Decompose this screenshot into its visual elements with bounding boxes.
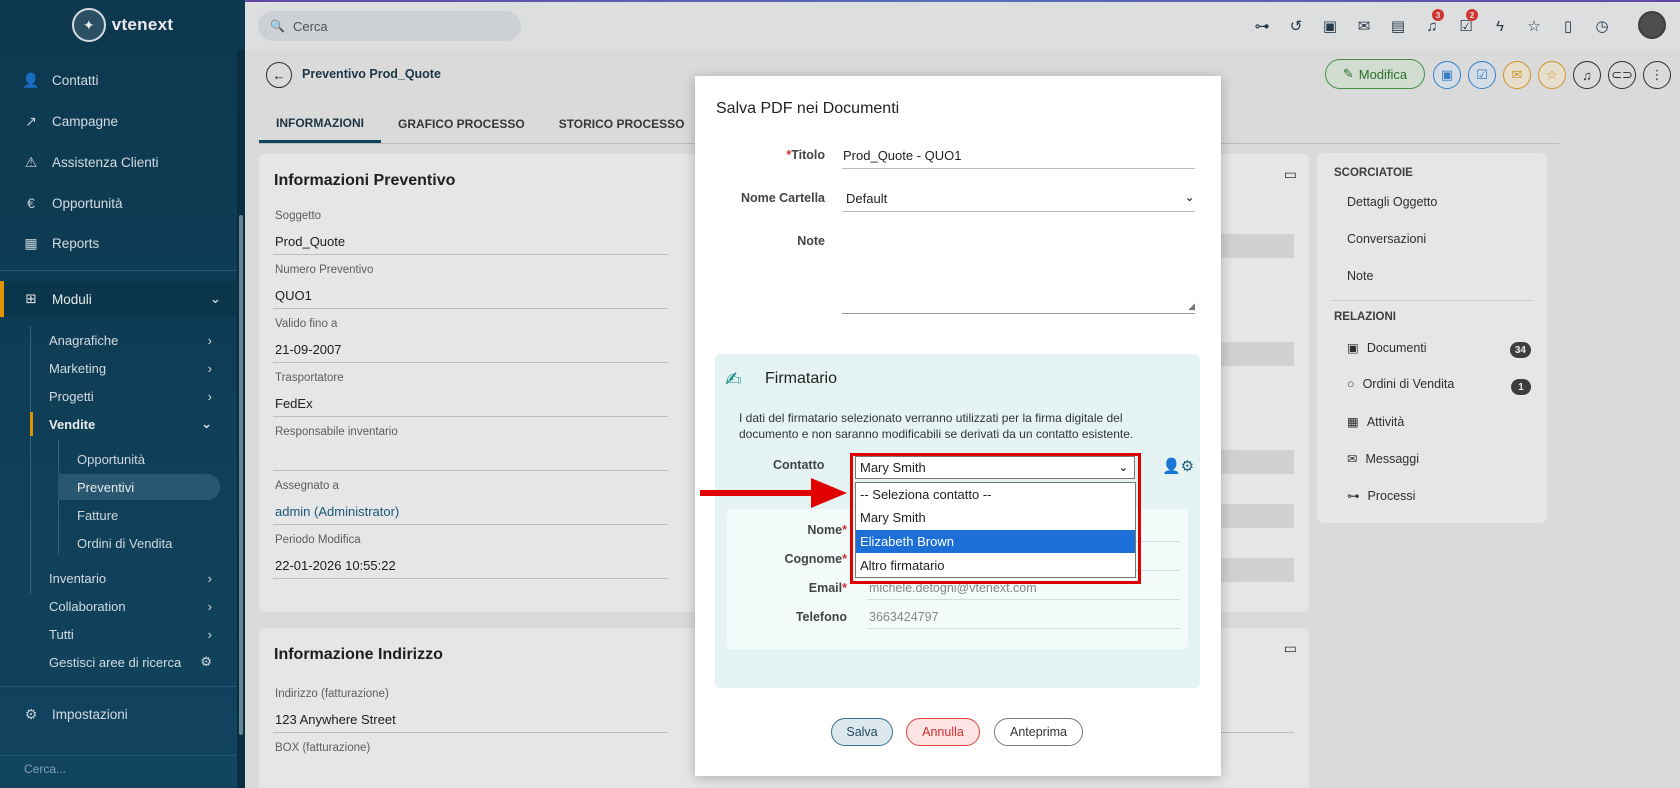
- nome-label: Nome*: [757, 523, 847, 537]
- contact-settings-icon[interactable]: 👤⚙: [1162, 457, 1194, 475]
- email-label: Email*: [757, 581, 847, 595]
- cognome-label-text: Cognome: [784, 552, 843, 566]
- email-underline: [867, 599, 1180, 600]
- arrow-shaft: [700, 490, 815, 496]
- titolo-underline: [842, 168, 1195, 169]
- telefono-underline: [867, 628, 1180, 629]
- telefono-field[interactable]: 3663424797: [869, 610, 939, 624]
- cartella-select[interactable]: Default: [846, 191, 887, 206]
- note-textarea[interactable]: ◢: [842, 224, 1195, 314]
- firmatario-description: I dati del firmatario selezionato verran…: [739, 411, 1134, 441]
- preview-button[interactable]: Anteprima: [994, 718, 1083, 746]
- modal-title: Salva PDF nei Documenti: [716, 100, 900, 117]
- signature-icon: ✍: [725, 369, 742, 391]
- email-label-text: Email: [808, 581, 843, 595]
- firmatario-title: Firmatario: [765, 370, 838, 387]
- cartella-label: Nome Cartella: [740, 191, 825, 205]
- chevron-down-icon[interactable]: ⌄: [1185, 191, 1194, 204]
- resize-handle-icon[interactable]: ◢: [1188, 301, 1195, 312]
- save-pdf-modal: Salva PDF nei Documenti *Titolo Prod_Quo…: [695, 76, 1221, 776]
- arrow-icon: [811, 478, 847, 508]
- note-label: Note: [797, 234, 825, 248]
- save-button[interactable]: Salva: [831, 718, 893, 746]
- required-marker: *: [842, 581, 847, 595]
- titolo-input[interactable]: Prod_Quote - QUO1: [843, 148, 962, 163]
- cognome-label: Cognome*: [757, 552, 847, 566]
- cancel-button[interactable]: Annulla: [906, 718, 980, 746]
- required-marker: *: [842, 552, 847, 566]
- cartella-underline: [842, 211, 1195, 212]
- titolo-label: *Titolo: [715, 148, 825, 162]
- nome-label-text: Nome: [807, 523, 843, 537]
- telefono-label: Telefono: [795, 610, 847, 624]
- contatto-label: Contatto: [773, 458, 825, 472]
- highlight-box: [850, 453, 1141, 584]
- required-marker: *: [842, 523, 847, 537]
- titolo-label-text: Titolo: [791, 148, 825, 162]
